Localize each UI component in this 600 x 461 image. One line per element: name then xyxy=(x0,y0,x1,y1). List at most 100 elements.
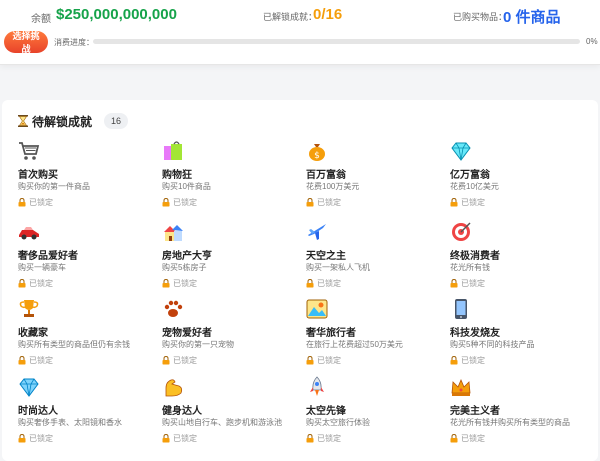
lock-status-text: 已锁定 xyxy=(173,197,197,207)
lock-icon xyxy=(450,355,458,364)
achievement-card[interactable]: 房地产大亨 购买5栋房子 已锁定 xyxy=(162,221,302,297)
achievement-description: 花费100万美元 xyxy=(306,182,360,191)
select-challenge-button[interactable]: 选择挑战 xyxy=(4,31,48,54)
lock-icon xyxy=(162,355,170,364)
lock-icon xyxy=(18,355,26,364)
achievement-card[interactable]: 时尚达人 购买奢侈手表、太阳镜和香水 已锁定 xyxy=(18,376,158,452)
achievement-card[interactable]: 健身达人 购买山地自行车、跑步机和游泳池 已锁定 xyxy=(162,376,302,452)
spending-progress-bar xyxy=(93,39,580,44)
houses-icon xyxy=(164,225,183,241)
lock-status-text: 已锁定 xyxy=(461,197,485,207)
achievement-card[interactable]: 科技发烧友 购买5种不同的科技产品已锁定 xyxy=(450,298,590,374)
lock-status: 已锁定 xyxy=(162,433,197,443)
achievement-description: 购买太空旅行体验 xyxy=(306,418,370,427)
achievement-description: 在旅行上花费超过50万美元 xyxy=(306,340,403,349)
achievement-title: 收藏家 xyxy=(18,328,48,339)
lock-icon xyxy=(162,278,170,287)
shopping-bags-icon xyxy=(164,141,182,160)
owned-value: 0 件商品 xyxy=(503,9,561,26)
balance-value: $250,000,000,000 xyxy=(56,6,177,23)
locked-count-badge: 16 xyxy=(104,113,129,129)
svg-text:$: $ xyxy=(314,151,320,161)
lock-icon xyxy=(162,433,170,442)
achievement-title: 太空先锋 xyxy=(306,406,346,417)
achievement-card[interactable]: 收藏家 购买所有类型的商品但仍有余钱已锁定 xyxy=(18,298,158,374)
lock-status: 已锁定 xyxy=(306,278,341,288)
achievement-card[interactable]: 太空先锋 购买太空旅行体验已锁定 xyxy=(306,376,446,452)
lock-status-text: 已锁定 xyxy=(173,355,197,365)
achievement-card[interactable]: 奢侈品爱好者 购买一辆豪车 已锁定 xyxy=(18,221,158,297)
lock-status: 已锁定 xyxy=(306,433,341,443)
achievement-title: 宠物爱好者 xyxy=(162,328,212,339)
diamond-icon xyxy=(19,378,39,397)
achievement-description: 购买5栋房子 xyxy=(162,263,207,272)
lock-status: 已锁定 xyxy=(450,278,485,288)
achievement-card[interactable]: 宠物爱好者 购买你的第一只宠物 已锁定 xyxy=(162,298,302,374)
achievement-title: 奢侈品爱好者 xyxy=(18,251,78,262)
lock-status-text: 已锁定 xyxy=(317,197,341,207)
balance-label: 余额 xyxy=(31,14,51,25)
lock-status: 已锁定 xyxy=(450,355,485,365)
achievement-description: 花费10亿美元 xyxy=(450,182,499,191)
achievement-card[interactable]: $ 百万富翁 花费100万美元已锁定 xyxy=(306,140,446,216)
achievement-card[interactable]: 天空之主 购买一架私人飞机 已锁定 xyxy=(306,221,446,297)
achievement-description: 购买5种不同的科技产品 xyxy=(450,340,535,349)
lock-status-text: 已锁定 xyxy=(461,355,485,365)
lock-icon xyxy=(450,433,458,442)
lock-status-text: 已锁定 xyxy=(29,278,53,288)
progress-percent: 0% xyxy=(586,37,598,46)
lock-status: 已锁定 xyxy=(450,433,485,443)
achievement-title: 完美主义者 xyxy=(450,406,500,417)
achievement-title: 购物狂 xyxy=(162,170,192,181)
lock-status: 已锁定 xyxy=(18,355,53,365)
money-bag-icon: $ xyxy=(309,144,325,161)
achievement-title: 奢华旅行者 xyxy=(306,328,356,339)
achievement-card[interactable]: 购物狂 购买10件商品 已锁定 xyxy=(162,140,302,216)
achievement-description: 购买所有类型的商品但仍有余钱 xyxy=(18,340,130,349)
airplane-icon xyxy=(308,224,326,240)
achievement-title: 终极消费者 xyxy=(450,251,500,262)
achievement-description: 购买一辆豪车 xyxy=(18,263,66,272)
achievement-card[interactable]: 奢华旅行者 在旅行上花费超过50万美元 已锁定 xyxy=(306,298,446,374)
lock-status-text: 已锁定 xyxy=(317,433,341,443)
lock-icon xyxy=(306,278,314,287)
unlocked-label: 已解锁成就： xyxy=(263,12,318,22)
travel-photo-icon xyxy=(306,299,328,319)
lock-status: 已锁定 xyxy=(306,355,341,365)
achievement-description: 购买一架私人飞机 xyxy=(306,263,370,272)
lock-icon xyxy=(450,197,458,206)
lock-icon xyxy=(306,433,314,442)
achievement-description: 花光所有钱并购买所有类型的商品 xyxy=(450,418,570,427)
achievement-title: 时尚达人 xyxy=(18,406,58,417)
owned-label: 已购买物品： xyxy=(453,12,508,22)
lock-status-text: 已锁定 xyxy=(173,278,197,288)
achievement-description: 花光所有钱 xyxy=(450,263,490,272)
achievement-card[interactable]: 亿万富翁 花费10亿美元 已锁定 xyxy=(450,140,590,216)
paw-icon xyxy=(164,300,183,317)
achievement-card[interactable]: 完美主义者 花光所有钱并购买所有类型的商品 已锁定 xyxy=(450,376,590,452)
lock-status-text: 已锁定 xyxy=(29,197,53,207)
achievement-title: 首次购买 xyxy=(18,170,58,181)
achievement-title: 百万富翁 xyxy=(306,170,346,181)
lock-icon xyxy=(450,278,458,287)
lock-status: 已锁定 xyxy=(162,197,197,207)
lock-icon xyxy=(162,197,170,206)
lock-status: 已锁定 xyxy=(162,355,197,365)
stats-header: 余额 $250,000,000,000 已解锁成就： 0/16 已购买物品： 0… xyxy=(0,0,600,65)
achievement-card[interactable]: 终极消费者 花光所有钱已锁定 xyxy=(450,221,590,297)
achievement-card[interactable]: 首次购买 购买你的第一件商品已锁定 xyxy=(18,140,158,216)
achievement-title: 健身达人 xyxy=(162,406,202,417)
achievement-description: 购买山地自行车、跑步机和游泳池 xyxy=(162,418,282,427)
section-header: 待解锁成就 16 xyxy=(18,112,129,130)
achievement-description: 购买你的第一件商品 xyxy=(18,182,90,191)
shopping-cart-icon xyxy=(19,142,40,160)
phone-icon xyxy=(455,299,467,319)
achievement-description: 购买奢侈手表、太阳镜和香水 xyxy=(18,418,122,427)
gem-icon xyxy=(451,142,471,161)
achievements-panel: 待解锁成就 16 首次购买 购买你的第一件商品 已锁定 购物狂 购买10件商品 已锁定 $ 百… xyxy=(2,100,598,461)
lock-status-text: 已锁定 xyxy=(29,355,53,365)
achievement-description: 购买10件商品 xyxy=(162,182,211,191)
achievement-title: 科技发烧友 xyxy=(450,328,500,339)
section-title: 待解锁成就 xyxy=(32,114,93,129)
lock-status: 已锁定 xyxy=(18,197,53,207)
